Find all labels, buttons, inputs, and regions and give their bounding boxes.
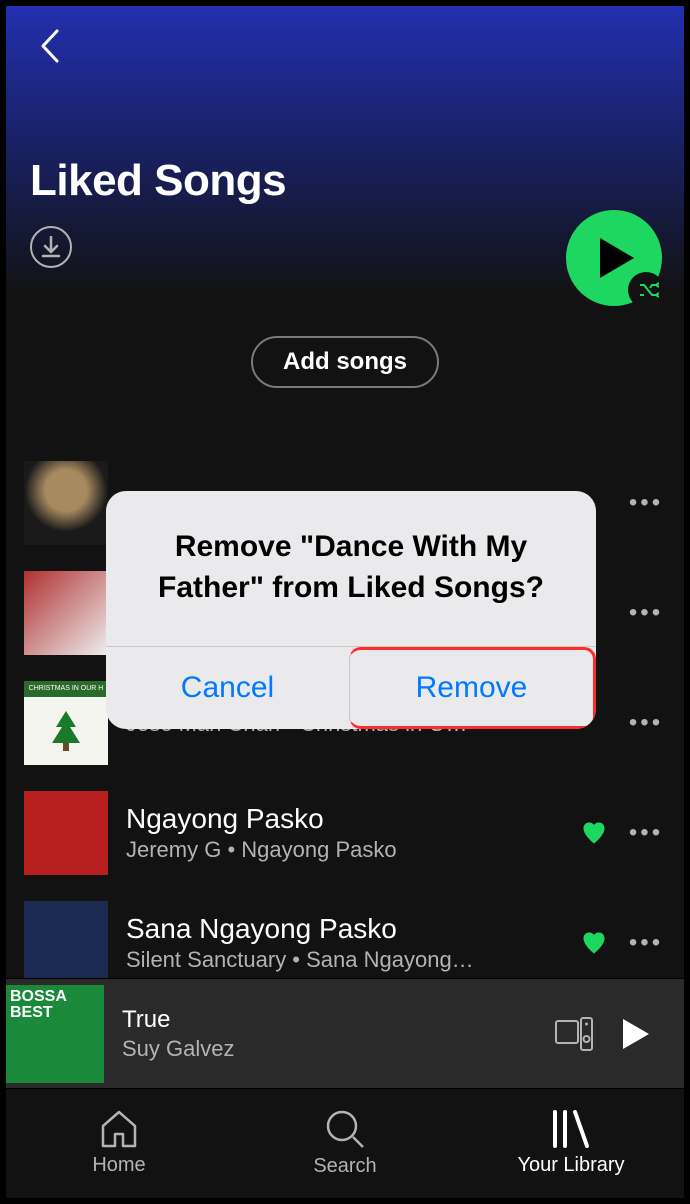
- cancel-button[interactable]: Cancel: [106, 647, 349, 729]
- download-button[interactable]: [30, 226, 72, 268]
- track-subtitle: Jeremy G • Ngayong Pasko: [126, 837, 562, 863]
- heart-icon[interactable]: [580, 819, 608, 847]
- more-button[interactable]: •••: [626, 593, 666, 633]
- dialog-message: Remove "Dance With My Father" from Liked…: [106, 491, 596, 646]
- header: Liked Songs: [6, 6, 684, 296]
- track-row[interactable]: Sana Ngayong Pasko Silent Sanctuary • Sa…: [24, 888, 666, 978]
- now-playing-artist: Suy Galvez: [122, 1036, 536, 1062]
- tab-search[interactable]: Search: [232, 1089, 458, 1198]
- track-row[interactable]: Ngayong Pasko Jeremy G • Ngayong Pasko •…: [24, 778, 666, 888]
- now-playing-play-button[interactable]: [612, 1010, 660, 1058]
- album-art: [24, 461, 108, 545]
- more-button[interactable]: •••: [626, 813, 666, 853]
- search-icon: [325, 1109, 365, 1149]
- track-meta: Sana Ngayong Pasko Silent Sanctuary • Sa…: [126, 913, 562, 973]
- now-playing-meta: True Suy Galvez: [118, 1006, 536, 1062]
- album-art: [24, 791, 108, 875]
- now-playing-title: True: [122, 1006, 536, 1034]
- track-subtitle: Silent Sanctuary • Sana Ngayong…: [126, 947, 562, 973]
- library-icon: [551, 1110, 591, 1148]
- album-art: CHRISTMAS IN OUR H: [24, 681, 108, 765]
- tab-label: Home: [92, 1154, 145, 1177]
- tab-label: Search: [313, 1155, 376, 1178]
- play-icon: [600, 238, 634, 278]
- track-title: Sana Ngayong Pasko: [126, 913, 562, 945]
- devices-icon: [555, 1017, 593, 1051]
- page-title: Liked Songs: [30, 156, 660, 206]
- more-button[interactable]: •••: [626, 703, 666, 743]
- shuffle-icon: [639, 282, 659, 298]
- now-playing-art: BOSSABEST: [6, 985, 104, 1083]
- confirm-dialog: Remove "Dance With My Father" from Liked…: [106, 491, 596, 729]
- track-title: Ngayong Pasko: [126, 803, 562, 835]
- play-icon: [623, 1019, 649, 1049]
- shuffle-badge: [628, 272, 664, 308]
- tab-bar: Home Search Your Library: [6, 1088, 684, 1198]
- album-art: [24, 571, 108, 655]
- remove-button[interactable]: Remove: [349, 647, 596, 729]
- play-button[interactable]: [566, 210, 662, 306]
- dialog-buttons: Cancel Remove: [106, 646, 596, 729]
- track-meta: Ngayong Pasko Jeremy G • Ngayong Pasko: [126, 803, 562, 863]
- download-icon: [41, 236, 61, 258]
- more-button[interactable]: •••: [626, 483, 666, 523]
- app-screen: Liked Songs Add songs Dance With My Fath…: [6, 6, 684, 1198]
- home-icon: [99, 1110, 139, 1148]
- tab-home[interactable]: Home: [6, 1089, 232, 1198]
- album-art: [24, 901, 108, 978]
- tab-library[interactable]: Your Library: [458, 1089, 684, 1198]
- heart-icon[interactable]: [580, 929, 608, 957]
- add-songs-button[interactable]: Add songs: [251, 336, 439, 388]
- back-button[interactable]: [30, 26, 70, 66]
- tab-label: Your Library: [517, 1154, 624, 1177]
- more-button[interactable]: •••: [626, 923, 666, 963]
- devices-button[interactable]: [550, 1010, 598, 1058]
- chevron-left-icon: [39, 29, 61, 63]
- now-playing-bar[interactable]: BOSSABEST True Suy Galvez: [6, 978, 684, 1088]
